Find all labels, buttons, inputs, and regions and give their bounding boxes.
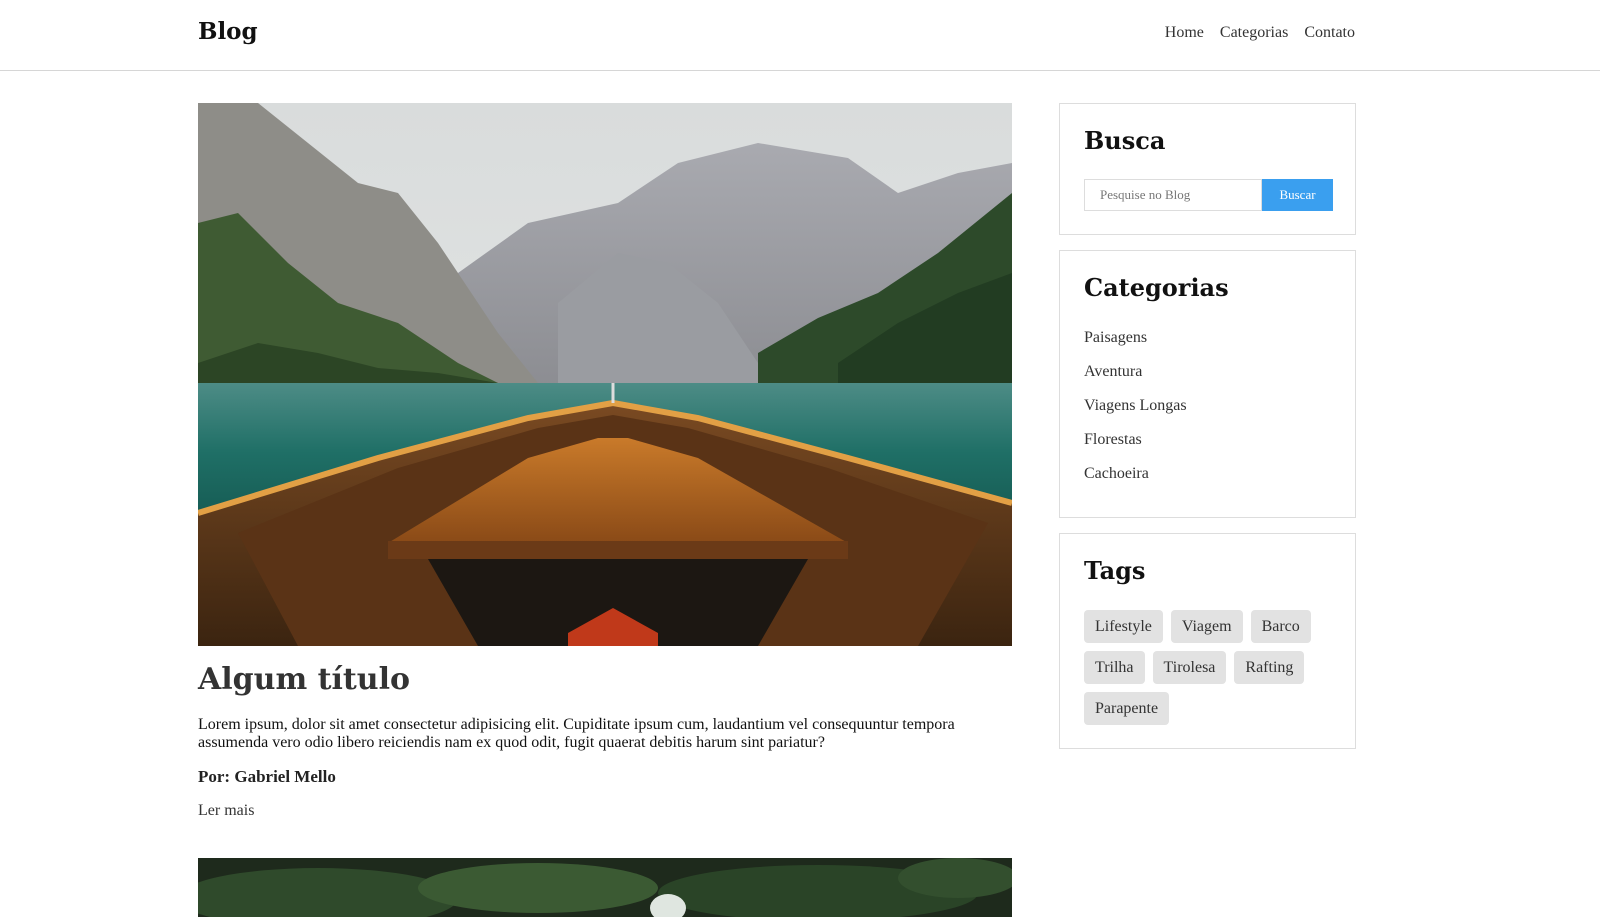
- tag-barco[interactable]: Barco: [1250, 610, 1311, 643]
- nav-home[interactable]: Home: [1165, 24, 1204, 42]
- tags-title: Tags: [1084, 556, 1146, 585]
- post-title[interactable]: Algum título: [198, 662, 410, 697]
- tag-lifestyle[interactable]: Lifestyle: [1084, 610, 1163, 643]
- categories-list: Paisagens Aventura Viagens Longas Flores…: [1084, 327, 1187, 497]
- list-item: Aventura: [1084, 361, 1187, 395]
- read-more-link[interactable]: Ler mais: [198, 802, 254, 820]
- post-image[interactable]: [198, 103, 1012, 646]
- category-link[interactable]: Florestas: [1084, 431, 1142, 448]
- search-button[interactable]: Buscar: [1262, 179, 1333, 211]
- list-item: Cachoeira: [1084, 463, 1187, 497]
- site-logo[interactable]: Blog: [198, 18, 258, 45]
- list-item: Viagens Longas: [1084, 395, 1187, 429]
- post-excerpt: Lorem ipsum, dolor sit amet consectetur …: [198, 716, 955, 751]
- post-image-2[interactable]: [198, 858, 1012, 917]
- tag-list: Lifestyle Viagem Barco Trilha Tirolesa R…: [1084, 610, 1334, 725]
- site-header: Blog Home Categorias Contato: [0, 0, 1600, 71]
- tag-parapente[interactable]: Parapente: [1084, 692, 1170, 725]
- nav-categorias[interactable]: Categorias: [1220, 24, 1288, 42]
- tag-rafting[interactable]: Rafting: [1234, 651, 1305, 684]
- categories-widget: Categorias Paisagens Aventura Viagens Lo…: [1059, 250, 1356, 518]
- tag-trilha[interactable]: Trilha: [1084, 651, 1145, 684]
- search-widget: Busca Buscar: [1059, 103, 1356, 235]
- category-link[interactable]: Paisagens: [1084, 329, 1147, 346]
- list-item: Paisagens: [1084, 327, 1187, 361]
- post-author: Por: Gabriel Mello: [198, 767, 336, 786]
- tags-widget: Tags Lifestyle Viagem Barco Trilha Tirol…: [1059, 533, 1356, 749]
- nav-contato[interactable]: Contato: [1304, 24, 1355, 42]
- search-title: Busca: [1084, 126, 1166, 155]
- list-item: Florestas: [1084, 429, 1187, 463]
- forest-waterfall-photo: [198, 858, 1012, 917]
- tag-viagem[interactable]: Viagem: [1170, 610, 1243, 643]
- search-input[interactable]: [1084, 179, 1262, 211]
- boat-lake-photo: [198, 103, 1012, 646]
- tag-tirolesa[interactable]: Tirolesa: [1152, 651, 1227, 684]
- category-link[interactable]: Viagens Longas: [1084, 397, 1187, 414]
- categories-title: Categorias: [1084, 273, 1229, 302]
- category-link[interactable]: Aventura: [1084, 363, 1142, 380]
- main-nav: Home Categorias Contato: [1165, 24, 1355, 42]
- category-link[interactable]: Cachoeira: [1084, 465, 1149, 482]
